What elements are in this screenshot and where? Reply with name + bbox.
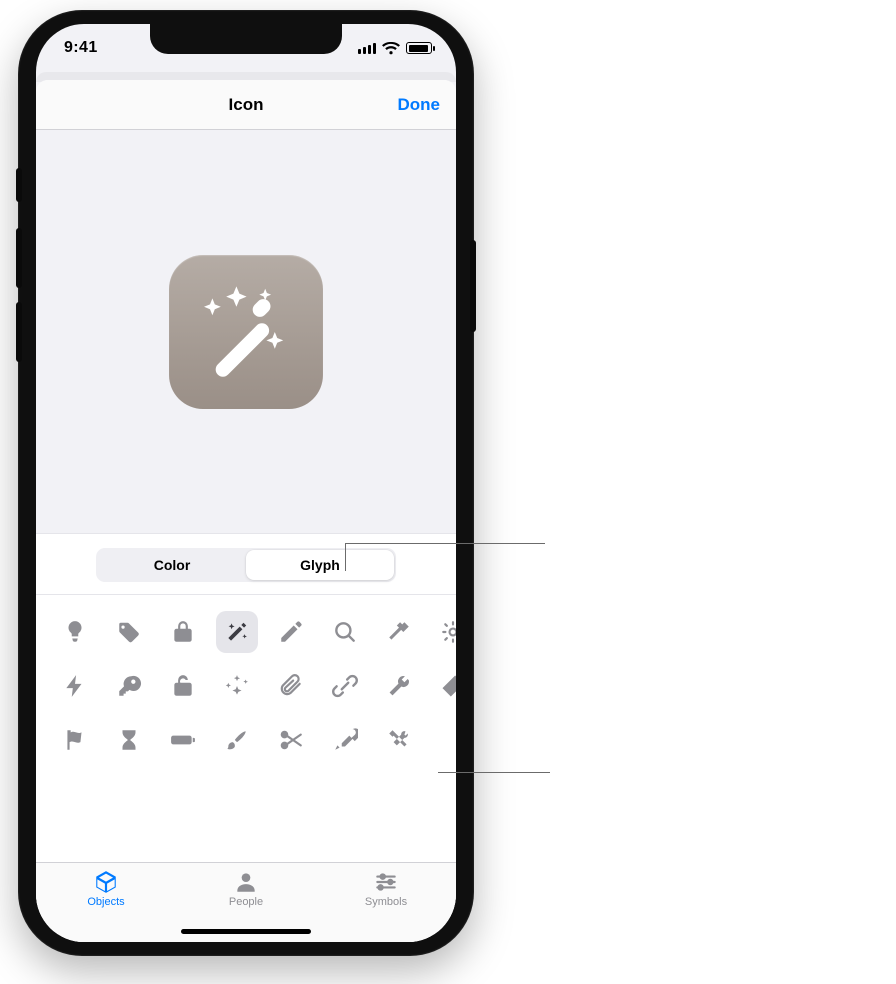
device-frame: 9:41 Icon Done [18,10,474,956]
glyph-hourglass[interactable] [108,719,150,761]
glyph-key[interactable] [108,665,150,707]
tab-objects[interactable]: Objects [36,869,176,942]
callout-line [345,543,545,544]
glyph-lightbulb[interactable] [54,611,96,653]
color-glyph-segment: Color Glyph [96,548,396,582]
volume-down-button [16,302,22,362]
tab-label: People [229,897,263,908]
mute-switch [16,168,22,202]
navigation-bar: Icon Done [36,80,456,130]
battery-icon [406,42,432,54]
callout-line [345,543,346,571]
glyph-tools[interactable] [378,719,420,761]
segment-glyph[interactable]: Glyph [246,550,394,580]
glyph-sparkles[interactable] [216,665,258,707]
tab-label: Objects [87,897,124,908]
page-title: Icon [229,95,264,115]
glyph-unlock[interactable] [162,665,204,707]
glyph-pencil[interactable] [270,611,312,653]
glyph-wrench[interactable] [378,665,420,707]
glyph-row [36,659,456,713]
side-button [470,240,476,332]
icon-preview-area [36,130,456,534]
icon-preview [169,255,323,409]
glyph-tag[interactable] [108,611,150,653]
glyph-lock[interactable] [162,611,204,653]
done-button[interactable]: Done [398,80,441,129]
tab-symbols[interactable]: Symbols [316,869,456,942]
segment-color[interactable]: Color [98,550,246,580]
glyph-bolt[interactable] [54,665,96,707]
callout-line [438,772,550,773]
notch [150,24,342,54]
sliders-icon [373,869,399,895]
person-icon [233,869,259,895]
icon-editor-sheet: Icon Done Color [36,80,456,942]
glyph-battery[interactable] [162,719,204,761]
glyph-scissors[interactable] [270,719,312,761]
tab-label: Symbols [365,897,407,908]
glyph-row [36,713,456,767]
glyph-picker [36,595,456,779]
screen: 9:41 Icon Done [36,24,456,942]
glyph-ruler[interactable] [432,665,456,707]
home-indicator[interactable] [181,929,311,934]
glyph-eyedropper[interactable] [324,719,366,761]
glyph-row [36,605,456,659]
cellular-icon [358,42,376,54]
wifi-icon [382,42,400,55]
wand-icon [186,272,306,392]
glyph-gear[interactable] [432,611,456,653]
glyph-wand[interactable] [216,611,258,653]
glyph-magnifier[interactable] [324,611,366,653]
cube-icon [93,869,119,895]
volume-up-button [16,228,22,288]
glyph-link[interactable] [324,665,366,707]
glyph-flag[interactable] [54,719,96,761]
status-time: 9:41 [64,39,98,57]
glyph-hammer[interactable] [378,611,420,653]
glyph-paperclip[interactable] [270,665,312,707]
glyph-brush[interactable] [216,719,258,761]
